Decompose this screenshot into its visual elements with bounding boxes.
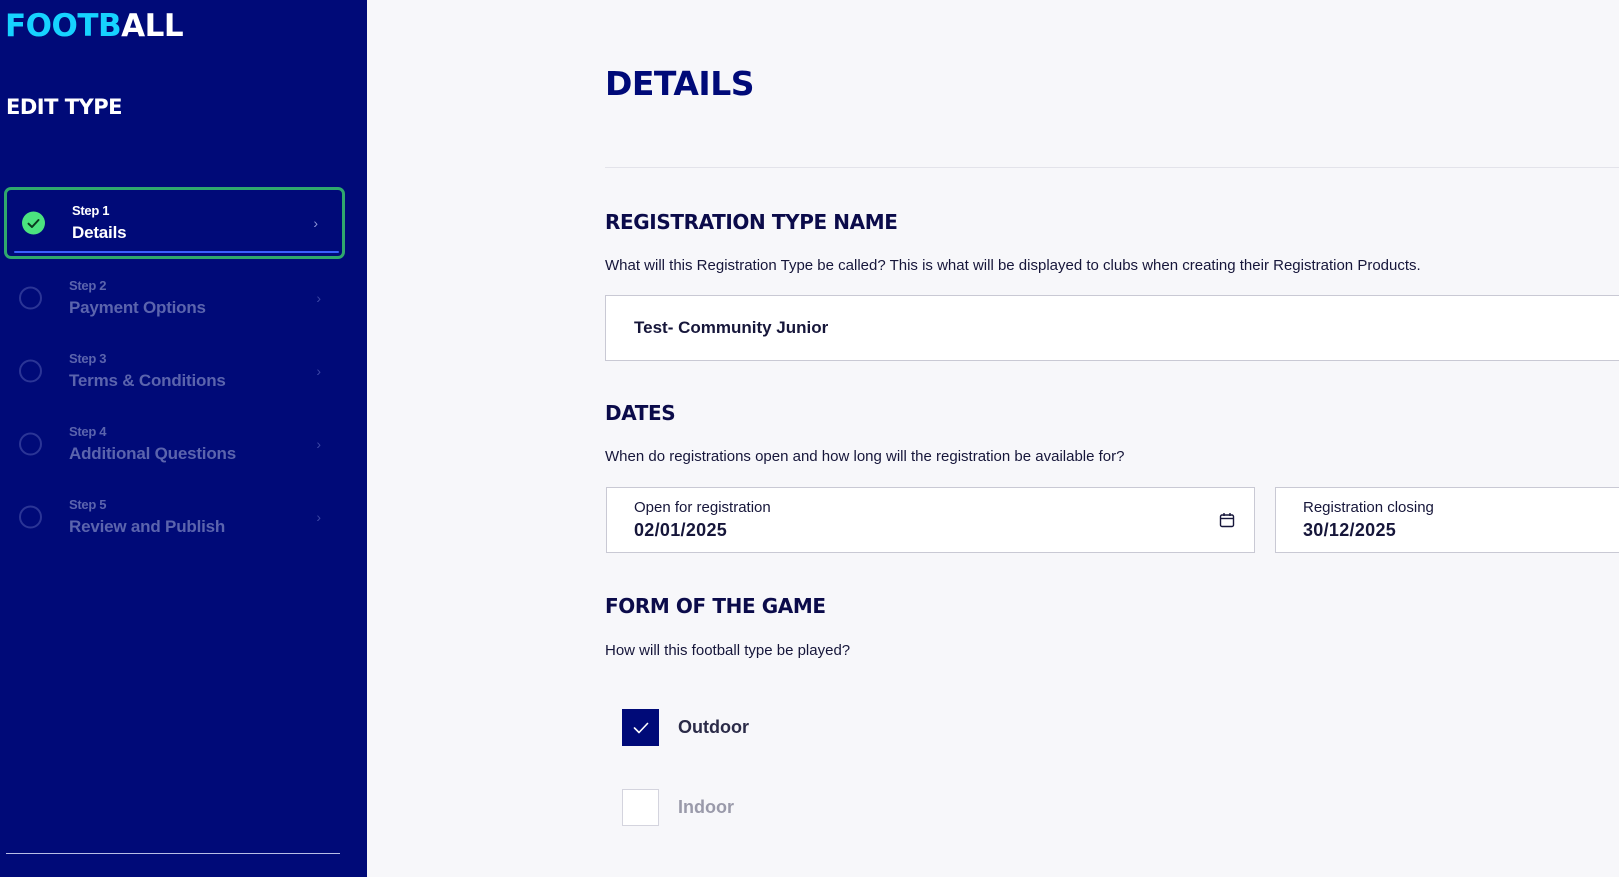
empty-circle-icon bbox=[19, 432, 42, 456]
chevron-right-icon: › bbox=[316, 290, 321, 306]
sidebar-step-terms-conditions[interactable]: Step 3 Terms & Conditions › bbox=[4, 335, 345, 407]
chevron-right-icon: › bbox=[316, 509, 321, 525]
divider bbox=[605, 167, 1619, 168]
input-value: Test- Community Junior bbox=[634, 318, 829, 337]
outdoor-checkbox[interactable] bbox=[622, 709, 659, 746]
step-label: Terms & Conditions bbox=[69, 371, 226, 390]
date-field-value: 02/01/2025 bbox=[634, 520, 728, 540]
form-of-game-heading: FORM OF THE GAME bbox=[605, 594, 826, 618]
step-number: Step 2 bbox=[69, 278, 107, 293]
indoor-label: Indoor bbox=[678, 797, 734, 817]
outdoor-option[interactable]: Outdoor bbox=[622, 709, 749, 746]
registration-type-heading: REGISTRATION TYPE NAME bbox=[605, 210, 898, 234]
sidebar-step-additional-questions[interactable]: Step 4 Additional Questions › bbox=[4, 408, 345, 480]
chevron-right-icon: › bbox=[313, 215, 318, 231]
sidebar-step-details[interactable]: Step 1 Details › bbox=[4, 187, 345, 259]
sidebar: FOOTBALL EDIT TYPE Step 1 Details › Step… bbox=[0, 0, 367, 877]
registration-type-name-input[interactable]: Test- Community Junior bbox=[605, 295, 1619, 361]
indoor-checkbox[interactable] bbox=[622, 789, 659, 826]
date-field-value: 30/12/2025 bbox=[1303, 520, 1397, 540]
chevron-right-icon: › bbox=[316, 436, 321, 452]
step-label: Additional Questions bbox=[69, 444, 236, 463]
dates-description: When do registrations open and how long … bbox=[605, 448, 1125, 465]
empty-circle-icon bbox=[19, 286, 42, 310]
check-circle-icon bbox=[22, 211, 45, 235]
form-of-game-description: How will this football type be played? bbox=[605, 642, 851, 659]
registration-type-description: What will this Registration Type be call… bbox=[605, 257, 1421, 274]
calendar-icon[interactable] bbox=[1219, 512, 1235, 528]
checkmark-icon bbox=[633, 722, 648, 733]
football-logo[interactable]: FOOTBALL bbox=[5, 8, 184, 44]
step-label: Review and Publish bbox=[69, 517, 226, 536]
step-label: Details bbox=[72, 223, 127, 242]
chevron-right-icon: › bbox=[316, 363, 321, 379]
logo-text-accent: FOOTB bbox=[5, 8, 122, 44]
sidebar-step-review-publish[interactable]: Step 5 Review and Publish › bbox=[4, 481, 345, 553]
indoor-option[interactable]: Indoor bbox=[622, 789, 734, 826]
date-field-label: Registration closing bbox=[1303, 499, 1434, 516]
registration-closing-date-field[interactable]: Registration closing 30/12/2025 bbox=[1275, 487, 1619, 553]
main-content: DETAILS REGISTRATION TYPE NAME What will… bbox=[367, 0, 1619, 877]
sidebar-divider bbox=[6, 853, 340, 854]
sidebar-step-payment-options[interactable]: Step 2 Payment Options › bbox=[4, 262, 345, 334]
outdoor-label: Outdoor bbox=[678, 717, 749, 737]
dates-heading: DATES bbox=[605, 401, 676, 425]
date-field-label: Open for registration bbox=[634, 499, 771, 516]
open-registration-date-field[interactable]: Open for registration 02/01/2025 bbox=[606, 487, 1255, 553]
step-number: Step 5 bbox=[69, 497, 107, 512]
sidebar-heading: EDIT TYPE bbox=[6, 95, 123, 119]
step-number: Step 1 bbox=[72, 203, 110, 218]
logo-text: ALL bbox=[121, 8, 184, 44]
step-number: Step 3 bbox=[69, 351, 107, 366]
step-number: Step 4 bbox=[69, 424, 107, 439]
empty-circle-icon bbox=[19, 359, 42, 383]
step-label: Payment Options bbox=[69, 298, 206, 317]
active-underline bbox=[14, 251, 339, 253]
page-title: DETAILS bbox=[605, 64, 755, 103]
empty-circle-icon bbox=[19, 505, 42, 529]
